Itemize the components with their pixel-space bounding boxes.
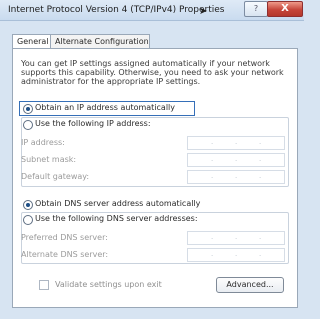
default-gateway-input[interactable]: ... [187, 170, 285, 184]
tab-general-label: General [17, 37, 49, 46]
alternate-dns-input[interactable]: ... [187, 248, 285, 262]
use-following-ip-radio[interactable] [23, 120, 33, 130]
validate-settings-checkbox[interactable] [39, 280, 49, 290]
tab-alternate-configuration[interactable]: Alternate Configuration [50, 34, 150, 49]
obtain-dns-auto-label: Obtain DNS server address automatically [35, 199, 201, 208]
advanced-button[interactable]: Advanced... [216, 277, 284, 293]
validate-settings-label: Validate settings upon exit [55, 280, 162, 289]
use-following-ip-label: Use the following IP address: [35, 119, 151, 128]
mouse-cursor-icon: ➤ [199, 6, 208, 17]
use-following-dns-radio[interactable] [23, 215, 33, 225]
description-text: You can get IP settings assigned automat… [21, 59, 284, 86]
subnet-mask-input[interactable]: ... [187, 153, 285, 167]
obtain-ip-auto-radio[interactable] [23, 104, 33, 114]
subnet-mask-label: Subnet mask: [21, 155, 77, 164]
preferred-dns-label: Preferred DNS server: [21, 233, 108, 242]
use-following-dns-label: Use the following DNS server addresses: [35, 214, 198, 223]
dialog-footer [0, 306, 304, 319]
help-button[interactable]: ? [244, 1, 268, 17]
title-bar: Internet Protocol Version 4 (TCP/IPv4) P… [0, 0, 304, 21]
ip-address-input[interactable]: ... [187, 136, 285, 150]
window-title: Internet Protocol Version 4 (TCP/IPv4) P… [8, 5, 225, 15]
obtain-ip-auto-label: Obtain an IP address automatically [35, 103, 176, 112]
general-tab-panel: You can get IP settings assigned automat… [12, 48, 298, 308]
ip-address-label: IP address: [21, 138, 65, 147]
close-button[interactable]: X [267, 1, 303, 17]
default-gateway-label: Default gateway: [21, 172, 90, 181]
tab-alternate-configuration-label: Alternate Configuration [55, 37, 149, 46]
preferred-dns-input[interactable]: ... [187, 231, 285, 245]
obtain-dns-auto-radio[interactable] [23, 200, 33, 210]
alternate-dns-label: Alternate DNS server: [21, 250, 109, 259]
